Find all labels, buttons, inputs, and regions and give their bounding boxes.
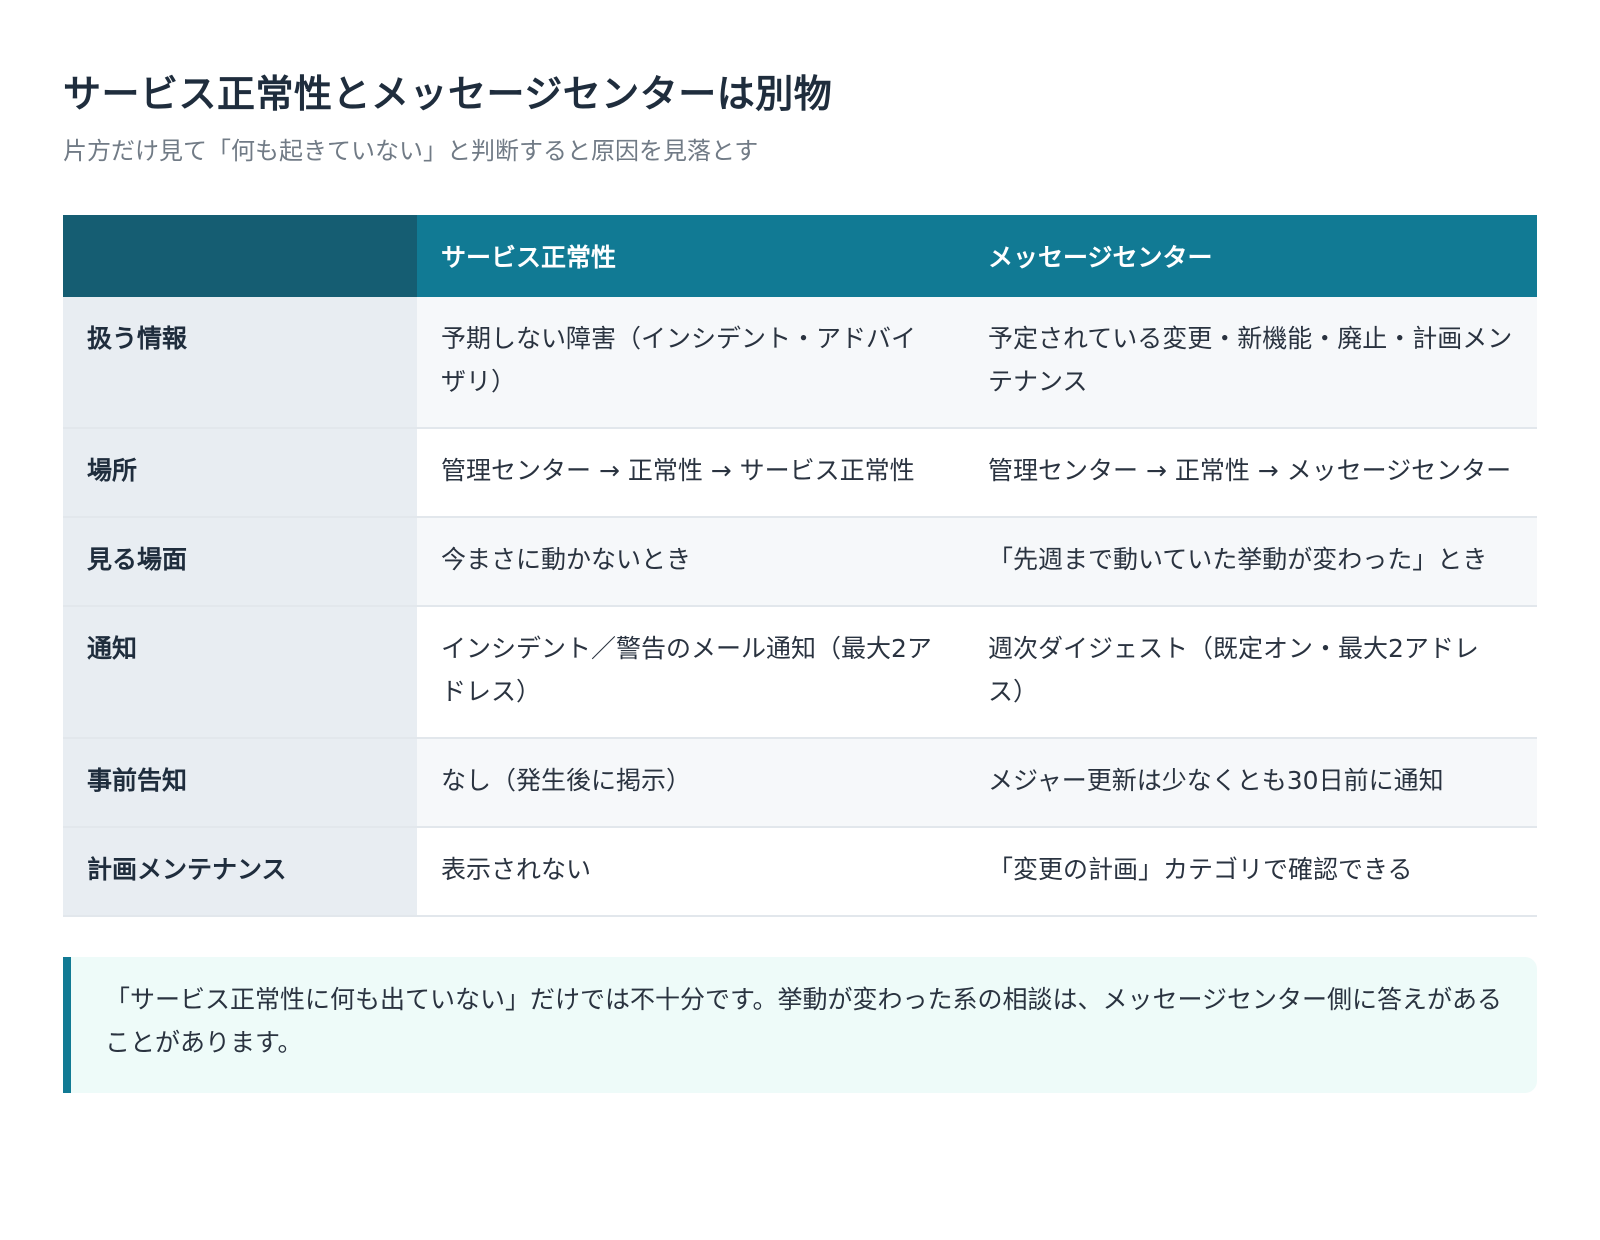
page-subtitle: 片方だけ見て「何も起きていない」と判断すると原因を見落とす: [63, 137, 759, 165]
service-health-cell: 予期しない障害（インシデント・アドバイザリ）: [417, 297, 964, 429]
table-header-row: サービス正常性 メッセージセンター: [63, 215, 1537, 297]
message-center-cell: 管理センター → 正常性 → メッセージセンター: [964, 428, 1537, 518]
row-label: 見る場面: [63, 517, 417, 607]
row-label: 計画メンテナンス: [63, 827, 417, 917]
service-health-cell: インシデント／警告のメール通知（最大2アドレス）: [417, 606, 964, 739]
table-header-corner: [63, 215, 417, 297]
comparison-table: サービス正常性 メッセージセンター 扱う情報 予期しない障害（インシデント・アド…: [63, 215, 1537, 917]
table-row: 見る場面 今まさに動かないとき 「先週まで動いていた挙動が変わった」とき: [63, 517, 1537, 607]
table-row: 場所 管理センター → 正常性 → サービス正常性 管理センター → 正常性 →…: [63, 428, 1537, 518]
page: サービス正常性とメッセージセンターは別物 片方だけ見て「何も起きていない」と判断…: [0, 0, 1600, 1240]
page-title: サービス正常性とメッセージセンターは別物: [63, 72, 833, 116]
message-center-cell: 予定されている変更・新機能・廃止・計画メンテナンス: [964, 297, 1537, 429]
table-header-message-center: メッセージセンター: [964, 215, 1537, 297]
service-health-cell: 表示されない: [417, 827, 964, 917]
row-label: 扱う情報: [63, 297, 417, 429]
callout-note-text: 「サービス正常性に何も出ていない」だけでは不十分です。挙動が変わった系の相談は、…: [105, 985, 1503, 1057]
row-label: 場所: [63, 428, 417, 518]
message-center-cell: 週次ダイジェスト（既定オン・最大2アドレス）: [964, 606, 1537, 739]
table-row: 計画メンテナンス 表示されない 「変更の計画」カテゴリで確認できる: [63, 827, 1537, 917]
table-header-service-health: サービス正常性: [417, 215, 964, 297]
service-health-cell: 管理センター → 正常性 → サービス正常性: [417, 428, 964, 518]
message-center-cell: メジャー更新は少なくとも30日前に通知: [964, 738, 1537, 828]
callout-note: 「サービス正常性に何も出ていない」だけでは不十分です。挙動が変わった系の相談は、…: [63, 957, 1537, 1093]
row-label: 事前告知: [63, 738, 417, 828]
table-row: 事前告知 なし（発生後に掲示） メジャー更新は少なくとも30日前に通知: [63, 738, 1537, 828]
message-center-cell: 「先週まで動いていた挙動が変わった」とき: [964, 517, 1537, 607]
row-label: 通知: [63, 606, 417, 739]
message-center-cell: 「変更の計画」カテゴリで確認できる: [964, 827, 1537, 917]
service-health-cell: 今まさに動かないとき: [417, 517, 964, 607]
table-row: 扱う情報 予期しない障害（インシデント・アドバイザリ） 予定されている変更・新機…: [63, 297, 1537, 429]
service-health-cell: なし（発生後に掲示）: [417, 738, 964, 828]
table-row: 通知 インシデント／警告のメール通知（最大2アドレス） 週次ダイジェスト（既定オ…: [63, 606, 1537, 739]
